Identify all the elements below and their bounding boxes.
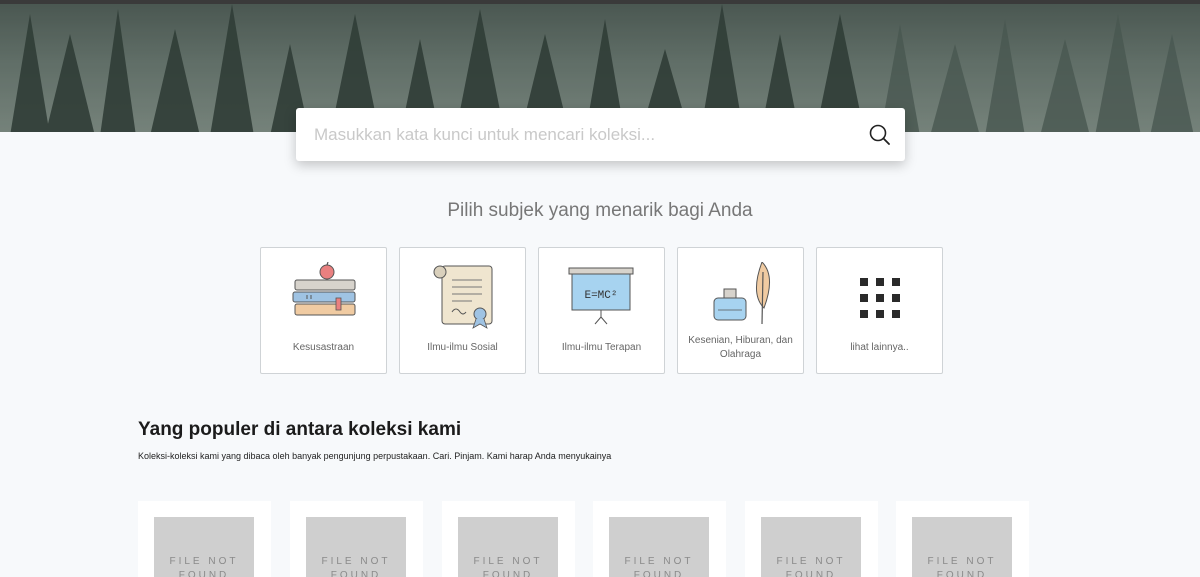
book-cover: FILE NOT FOUND <box>761 517 861 577</box>
subject-heading: Pilih subjek yang menarik bagi Anda <box>447 200 753 221</box>
cover-placeholder-text: FILE NOT FOUND <box>927 556 997 577</box>
book-cover: FILE NOT FOUND <box>154 517 254 577</box>
books-apple-icon <box>292 262 356 316</box>
book-card[interactable]: FILE NOT FOUND <box>290 501 423 577</box>
book-cover: FILE NOT FOUND <box>609 517 709 577</box>
book-card[interactable]: FILE NOT FOUND <box>593 501 726 577</box>
subject-label: Ilmu-ilmu Terapan <box>561 342 642 353</box>
subject-label: lihat lainnya.. <box>850 342 909 353</box>
subject-label: Kesusastraan <box>292 342 355 353</box>
grid-icon <box>860 278 900 318</box>
subject-label: Ilmu-ilmu Sosial <box>427 342 498 353</box>
search-box <box>296 108 905 161</box>
cover-placeholder-text: FILE NOT FOUND <box>473 556 543 577</box>
cover-placeholder-text: FILE NOT FOUND <box>624 556 694 577</box>
book-cover: FILE NOT FOUND <box>458 517 558 577</box>
cover-placeholder-text: FILE NOT FOUND <box>776 556 846 577</box>
search-icon <box>869 124 890 145</box>
book-card[interactable]: FILE NOT FOUND <box>442 501 575 577</box>
book-card[interactable]: FILE NOT FOUND <box>138 501 271 577</box>
book-cover: FILE NOT FOUND <box>912 517 1012 577</box>
certificate-icon <box>433 265 493 329</box>
search-input[interactable] <box>296 108 856 161</box>
subject-card-more[interactable]: lihat lainnya.. <box>816 247 943 374</box>
book-card[interactable]: FILE NOT FOUND <box>896 501 1029 577</box>
chalkboard-icon: E=MC² <box>568 267 634 325</box>
subject-card-ilmu-terapan[interactable]: E=MC² Ilmu-ilmu Terapan <box>538 247 665 374</box>
search-button[interactable] <box>865 120 895 150</box>
subject-card-kesusastraan[interactable]: Kesusastraan <box>260 247 387 374</box>
popular-subtitle: Koleksi-koleksi kami yang dibaca oleh ba… <box>138 451 612 461</box>
subject-card-kesenian[interactable]: Kesenian, Hiburan, dan Olahraga <box>677 247 804 374</box>
ink-feather-icon <box>713 262 770 325</box>
book-card[interactable]: FILE NOT FOUND <box>745 501 878 577</box>
cover-placeholder-text: FILE NOT FOUND <box>169 556 239 577</box>
board-text: E=MC² <box>584 290 617 302</box>
book-cover: FILE NOT FOUND <box>306 517 406 577</box>
subject-card-ilmu-sosial[interactable]: Ilmu-ilmu Sosial <box>399 247 526 374</box>
popular-heading: Yang populer di antara koleksi kami <box>138 419 462 440</box>
cover-placeholder-text: FILE NOT FOUND <box>321 556 391 577</box>
subject-label: Kesenian, Hiburan, dan Olahraga <box>688 335 793 360</box>
